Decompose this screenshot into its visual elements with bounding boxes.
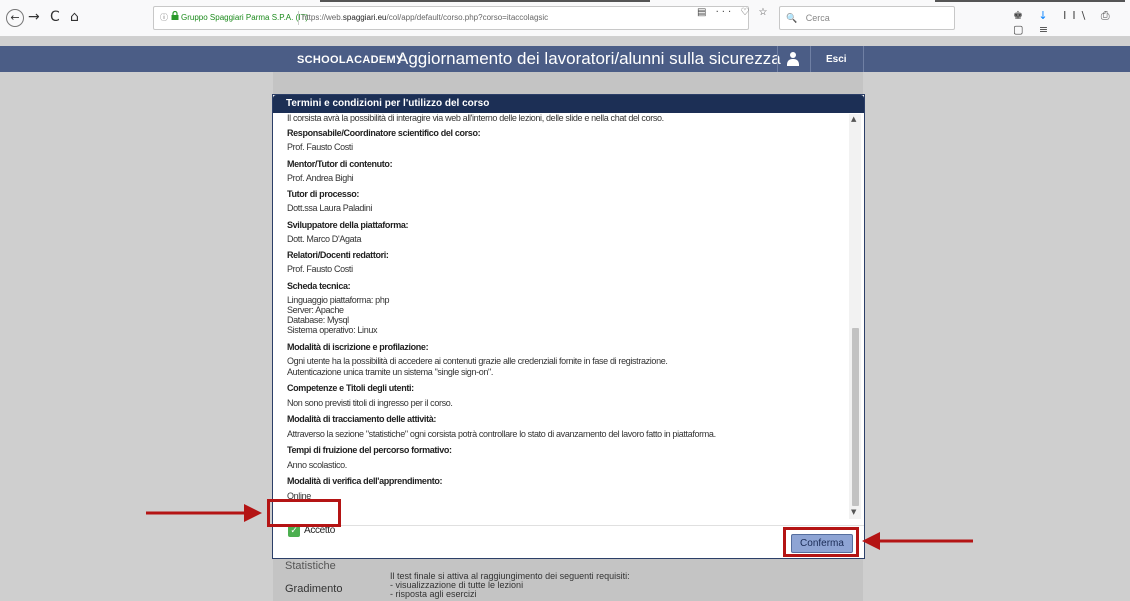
url-bar[interactable]: ⓘ Gruppo Spaggiari Parma S.P.A. (IT) htt… — [153, 6, 749, 30]
scroll-up-arrow-icon[interactable]: ▲ — [851, 115, 856, 123]
search-placeholder: 🔍 Cerca — [786, 13, 830, 23]
terms-line: Non sono previsti titoli di ingresso per… — [287, 398, 453, 408]
info-icon[interactable]: ⓘ — [160, 7, 168, 29]
terms-line: Database: Mysql — [287, 315, 349, 325]
scroll-down-arrow-icon[interactable]: ▼ — [851, 508, 856, 516]
toolbar-icons[interactable]: ♚ ↓ ⅠⅠ\ ⎙ ▢ ≡ — [1013, 9, 1130, 36]
terms-heading: Modalità di tracciamento delle attività: — [287, 414, 437, 424]
course-title: Aggiornamento dei lavoratori/alunni sull… — [397, 49, 781, 68]
terms-heading: Modalità di iscrizione e profilazione: — [287, 342, 429, 352]
page-actions-icons[interactable]: ▤ ··· ♡ ☆ — [697, 7, 770, 18]
requirement-line: - risposta agli esercizi — [390, 589, 477, 599]
download-icon[interactable]: ↓ — [1038, 9, 1053, 22]
terms-heading: Tempi di fruizione del percorso formativ… — [287, 445, 452, 455]
test-requirements: Il test finale si attiva al raggiungimen… — [390, 572, 630, 599]
tab-strip-line — [320, 0, 650, 2]
back-button[interactable]: ← — [6, 9, 24, 27]
terms-line: Autenticazione unica tramite un sistema … — [287, 367, 494, 377]
scrollbar-thumb[interactable] — [852, 328, 859, 506]
terms-line: Dott.ssa Laura Paladini — [287, 203, 373, 213]
terms-heading: Relatori/Docenti redattori: — [287, 250, 389, 260]
terms-heading: Tutor di processo: — [287, 189, 360, 199]
terms-line: Anno scolastico. — [287, 460, 347, 470]
terms-line: Attraverso la sezione "statistiche" ogni… — [287, 429, 716, 439]
highlight-box-confirm — [783, 527, 859, 557]
url-text[interactable]: https://web.spaggiari.eu/col/app/default… — [302, 7, 548, 29]
header-divider — [810, 46, 811, 72]
terms-heading: Modalità di verifica dell'apprendimento: — [287, 476, 443, 486]
terms-heading: Competenze e Titoli degli utenti: — [287, 383, 414, 393]
lock-icon — [171, 7, 179, 29]
terms-line: Prof. Fausto Costi — [287, 142, 353, 152]
terms-heading: Sviluppatore della piattaforma: — [287, 220, 409, 230]
terms-line: Linguaggio piattaforma: php — [287, 295, 390, 305]
terms-line: Ogni utente ha la possibilità di acceder… — [287, 356, 668, 366]
arrow-left-icon — [862, 532, 973, 550]
modal-scrollbar[interactable]: ▲ ▼ — [849, 114, 861, 519]
modal-footer-divider — [273, 525, 864, 526]
url-separator — [298, 11, 299, 25]
header-divider — [777, 46, 778, 72]
sidebar-item-statistiche[interactable]: Statistiche — [285, 560, 336, 572]
forward-button[interactable]: → — [28, 8, 40, 26]
modal-title-bar: Termini e condizioni per l'utilizzo del … — [273, 95, 864, 113]
header-divider — [863, 46, 864, 72]
terms-line: Dott. Marco D'Agata — [287, 234, 362, 244]
terms-line: Sistema operativo: Linux — [287, 325, 378, 335]
highlight-box-accept — [267, 499, 341, 527]
modal-title: Termini e condizioni per l'utilizzo del … — [286, 98, 490, 109]
url-domain: spaggiari.eu — [342, 13, 387, 22]
toolbar-icon-a[interactable]: ♚ — [1013, 9, 1029, 22]
toolbar-icon-b[interactable]: ⅠⅠ\ ⎙ ▢ ≡ — [1013, 9, 1116, 36]
terms-line: Server: Apache — [287, 305, 344, 315]
terms-heading: Responsabile/Coordinatore scientifico de… — [287, 128, 481, 138]
search-input[interactable]: 🔍 Cerca — [779, 6, 955, 30]
search-placeholder-text: Cerca — [805, 13, 830, 23]
terms-line: Prof. Andrea Bighi — [287, 173, 354, 183]
url-prefix: https://web. — [302, 13, 343, 22]
url-suffix: /col/app/default/corso.php?corso=itaccol… — [386, 13, 549, 22]
browser-toolbar: ← → C ⌂ ⓘ Gruppo Spaggiari Parma S.P.A. … — [0, 0, 1130, 37]
reload-button[interactable]: C — [50, 8, 60, 26]
terms-line: Il corsista avrà la possibilità di inter… — [287, 113, 664, 123]
arrow-right-icon — [146, 504, 262, 522]
terms-heading: Mentor/Tutor di contenuto: — [287, 159, 393, 169]
terms-line: Prof. Fausto Costi — [287, 264, 353, 274]
logout-button[interactable]: Esci — [826, 54, 847, 65]
site-identity[interactable]: Gruppo Spaggiari Parma S.P.A. (IT) — [181, 7, 308, 29]
terms-heading: Scheda tecnica: — [287, 281, 351, 291]
terms-content[interactable]: Il corsista avrà la possibilità di inter… — [287, 113, 847, 537]
user-icon[interactable] — [786, 51, 800, 67]
tab-strip-line — [935, 0, 1125, 2]
home-button[interactable]: ⌂ — [70, 8, 79, 26]
schoolacademy-logo[interactable]: SCHOOLACADEMY — [297, 54, 404, 66]
sidebar-item-gradimento[interactable]: Gradimento — [285, 583, 342, 595]
terms-modal: Termini e condizioni per l'utilizzo del … — [272, 94, 865, 559]
